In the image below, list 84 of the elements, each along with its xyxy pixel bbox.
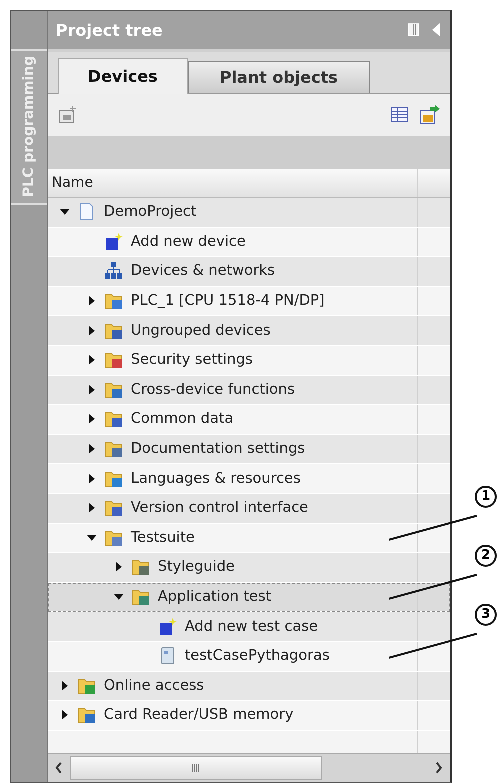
tree-item[interactable]: Version control interface <box>48 494 450 524</box>
panel-title: Project tree <box>56 20 164 40</box>
expand-arrow-icon[interactable] <box>87 474 97 484</box>
folder-icon <box>105 410 123 428</box>
tree-item[interactable]: Add new device <box>48 228 450 258</box>
horizontal-scrollbar[interactable] <box>48 753 450 782</box>
tab[interactable]: Devices <box>58 58 188 94</box>
folder-icon <box>78 676 96 695</box>
folder-icon <box>105 351 123 370</box>
tree-item[interactable]: Languages & resources <box>48 464 450 494</box>
export-table-icon[interactable] <box>420 105 440 125</box>
tree-item-label: Online access <box>104 678 204 694</box>
tree-item-label: Testsuite <box>131 530 195 546</box>
network-icon <box>105 262 123 280</box>
folder-icon <box>105 380 123 399</box>
tree-item-label: Styleguide <box>158 559 235 576</box>
tree-item-label: Add new test case <box>185 618 318 635</box>
folder-icon <box>105 440 123 458</box>
expand-arrow-icon[interactable] <box>87 355 97 366</box>
tree-item-label: testCasePythagoras <box>185 648 330 664</box>
tree-item-label: PLC_1 [CPU 1518-4 PN/DP] <box>131 293 325 310</box>
tree-item[interactable]: Ungrouped devices <box>48 316 450 346</box>
tree-item-label: Application test <box>158 589 272 606</box>
folder-icon <box>105 292 123 310</box>
tree-item[interactable]: testCasePythagoras <box>48 642 450 672</box>
add-star-icon <box>105 232 123 251</box>
tree-item[interactable]: PLC_1 [CPU 1518-4 PN/DP] <box>48 286 450 316</box>
tree-item[interactable]: Add new test case <box>48 612 450 642</box>
document-icon <box>78 203 96 222</box>
tree-item[interactable]: DemoProject <box>48 198 450 228</box>
collapse-left-icon[interactable] <box>431 23 442 37</box>
tree-item[interactable]: Styleguide <box>48 553 450 583</box>
tree-item-label: Languages & resources <box>131 470 301 487</box>
columns-icon[interactable] <box>408 23 419 37</box>
callout-number: 1 <box>475 486 497 508</box>
tree-item-label: Documentation settings <box>131 441 306 458</box>
folder-icon <box>105 528 123 547</box>
tree-item[interactable]: Common data <box>48 405 450 435</box>
tree-item-label: Ungrouped devices <box>131 322 271 339</box>
grip-icon <box>191 763 201 773</box>
folder-icon <box>105 322 123 340</box>
clipboard-icon <box>159 647 177 666</box>
expand-arrow-icon[interactable] <box>87 503 97 514</box>
tree-item[interactable]: Testsuite <box>48 524 450 554</box>
callout-number: 3 <box>475 604 497 626</box>
scroll-left-icon[interactable] <box>54 761 64 775</box>
expand-arrow-icon[interactable] <box>87 444 97 454</box>
expand-arrow-icon[interactable] <box>60 710 70 720</box>
collapse-arrow-icon[interactable] <box>87 532 97 543</box>
tree-item-label: Devices & networks <box>131 263 276 280</box>
tree-item-label: Security settings <box>131 352 253 368</box>
expand-arrow-icon[interactable] <box>60 680 70 691</box>
tree-item-label: Card Reader/USB memory <box>104 707 294 724</box>
tree-item-label: Common data <box>131 411 234 428</box>
scroll-thumb[interactable] <box>70 756 322 780</box>
expand-arrow-icon[interactable] <box>114 562 124 572</box>
callout-number: 2 <box>475 544 497 567</box>
tree-item[interactable]: Online access <box>48 672 450 702</box>
tree-item[interactable]: Card Reader/USB memory <box>48 701 450 731</box>
expand-arrow-icon[interactable] <box>87 384 97 395</box>
tree-item[interactable]: Security settings <box>48 346 450 376</box>
folder-icon <box>105 470 123 488</box>
collapse-arrow-icon[interactable] <box>114 592 124 602</box>
tree-item-label: Cross-device functions <box>131 382 296 398</box>
tree-item[interactable]: Application test <box>48 582 450 612</box>
expand-arrow-icon[interactable] <box>87 326 97 336</box>
tree-item[interactable]: Cross-device functions <box>48 376 450 406</box>
tree-item-label: Add new device <box>131 234 246 250</box>
folder-icon <box>105 499 123 518</box>
scroll-right-icon[interactable] <box>434 761 444 775</box>
collapse-arrow-icon[interactable] <box>60 207 70 218</box>
add-star-icon <box>159 618 177 636</box>
tree-item-label: DemoProject <box>104 204 197 220</box>
tree-item[interactable]: Documentation settings <box>48 434 450 464</box>
folder-icon <box>78 706 96 724</box>
expand-arrow-icon[interactable] <box>87 414 97 424</box>
expand-arrow-icon[interactable] <box>87 296 97 306</box>
tab[interactable]: Plant objects <box>188 61 370 93</box>
add-device-icon[interactable] <box>58 105 78 125</box>
folder-icon <box>132 558 150 576</box>
tree-item-label: Version control interface <box>131 500 308 516</box>
folder-icon <box>132 588 150 606</box>
table-view-icon[interactable] <box>390 105 410 125</box>
tree-item[interactable]: Devices & networks <box>48 257 450 287</box>
